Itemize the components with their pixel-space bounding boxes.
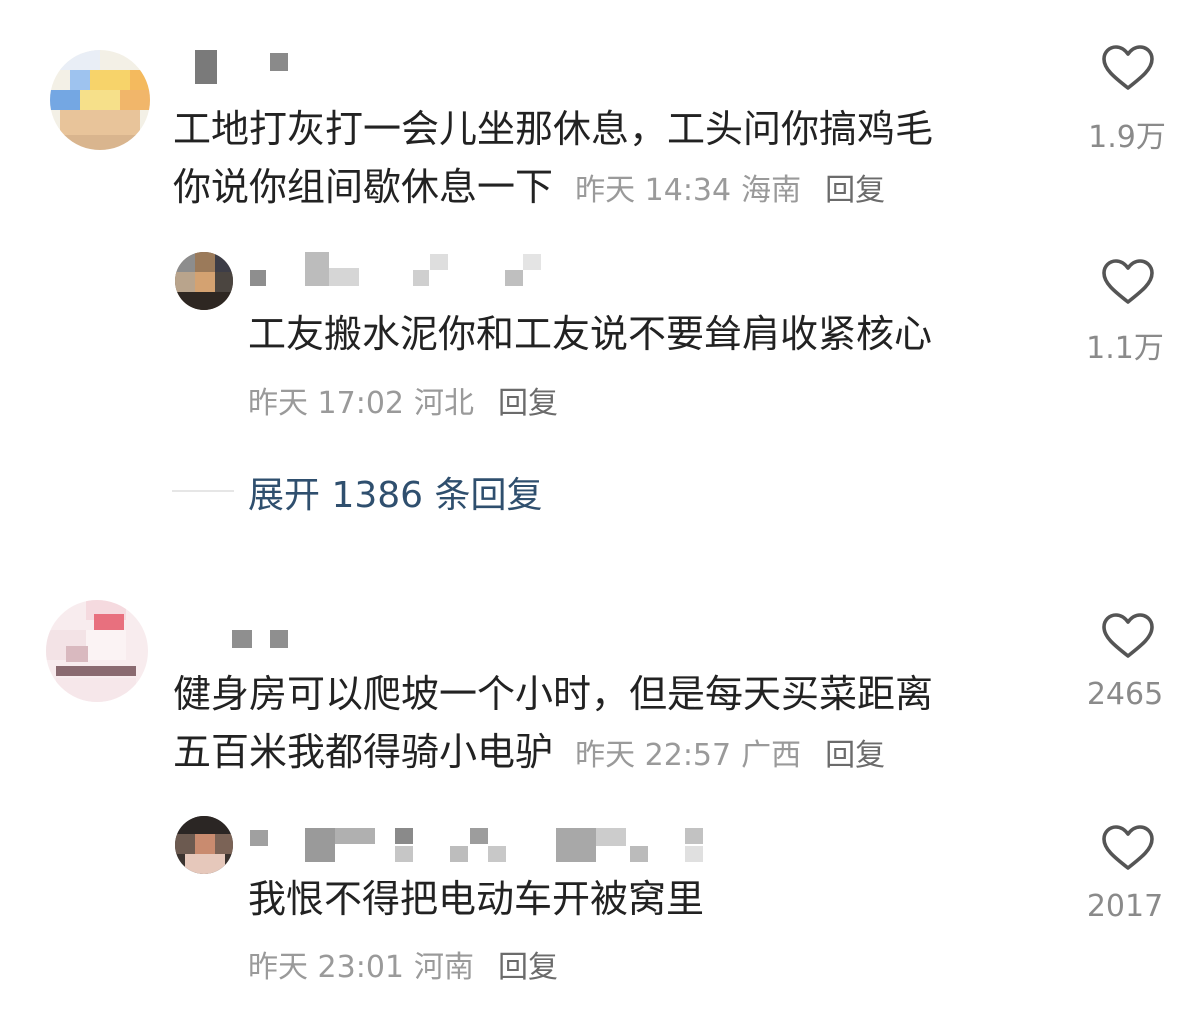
comment-text-line: 五百米我都得骑小电驴 [173, 730, 554, 774]
reply-meta: 昨天 17:02 河北 回复 [248, 378, 568, 422]
comment-location: 广西 [741, 738, 802, 773]
comment-text-line: 你说你组间歇休息一下 [173, 165, 554, 209]
like-button[interactable] [1098, 258, 1156, 310]
reply-button[interactable]: 回复 [498, 950, 558, 985]
like-button[interactable] [1098, 612, 1156, 664]
comment-time: 昨天 14:34 [575, 173, 732, 208]
heart-outline-icon [1102, 259, 1154, 304]
comment-text-line-with-meta: 你说你组间歇休息一下 昨天 14:34 海南 回复 [173, 158, 1053, 220]
like-button[interactable] [1098, 824, 1156, 876]
reply-button[interactable]: 回复 [498, 386, 558, 421]
heart-outline-icon [1102, 45, 1154, 90]
reply-location: 河北 [414, 386, 474, 421]
comment-text-line: 工地打灰打一会儿坐那休息，工头问你搞鸡毛 [173, 107, 934, 151]
reply-meta: 昨天 23:01 河南 回复 [248, 942, 568, 986]
comment-location: 海南 [741, 173, 802, 208]
reply-text: 工友搬水泥你和工友说不要耸肩收紧核心 [248, 312, 933, 356]
like-count: 2465 [1086, 677, 1164, 712]
comment-meta: 昨天 22:57 广西 回复 [575, 738, 895, 773]
divider [172, 490, 234, 492]
reply-time: 昨天 23:01 [248, 950, 404, 985]
comment-text-line-with-meta: 五百米我都得骑小电驴 昨天 22:57 广西 回复 [173, 723, 1053, 785]
comment-time: 昨天 22:57 [575, 738, 732, 773]
like-count: 1.1万 [1086, 331, 1164, 366]
like-button[interactable] [1098, 44, 1156, 96]
reply-button[interactable]: 回复 [825, 738, 885, 773]
like-count: 2017 [1086, 889, 1164, 924]
reply-location: 河南 [414, 950, 474, 985]
avatar[interactable] [175, 252, 233, 310]
reply-text: 我恨不得把电动车开被窝里 [248, 877, 705, 921]
comment-text: 健身房可以爬坡一个小时，但是每天买菜距离 五百米我都得骑小电驴 昨天 22:57… [173, 665, 1053, 785]
reply-button[interactable]: 回复 [825, 173, 885, 208]
reply-time: 昨天 17:02 [248, 386, 404, 421]
avatar[interactable] [175, 816, 233, 874]
avatar[interactable] [50, 50, 150, 150]
heart-outline-icon [1102, 825, 1154, 870]
expand-replies-button[interactable]: 展开 1386 条回复 [248, 466, 543, 518]
comment-text-line: 健身房可以爬坡一个小时，但是每天买菜距离 [173, 672, 934, 716]
comment-text: 工地打灰打一会儿坐那休息，工头问你搞鸡毛 你说你组间歇休息一下 昨天 14:34… [173, 100, 1053, 220]
heart-outline-icon [1102, 613, 1154, 658]
like-count: 1.9万 [1088, 120, 1166, 155]
comment-meta: 昨天 14:34 海南 回复 [575, 173, 895, 208]
avatar[interactable] [46, 600, 148, 702]
